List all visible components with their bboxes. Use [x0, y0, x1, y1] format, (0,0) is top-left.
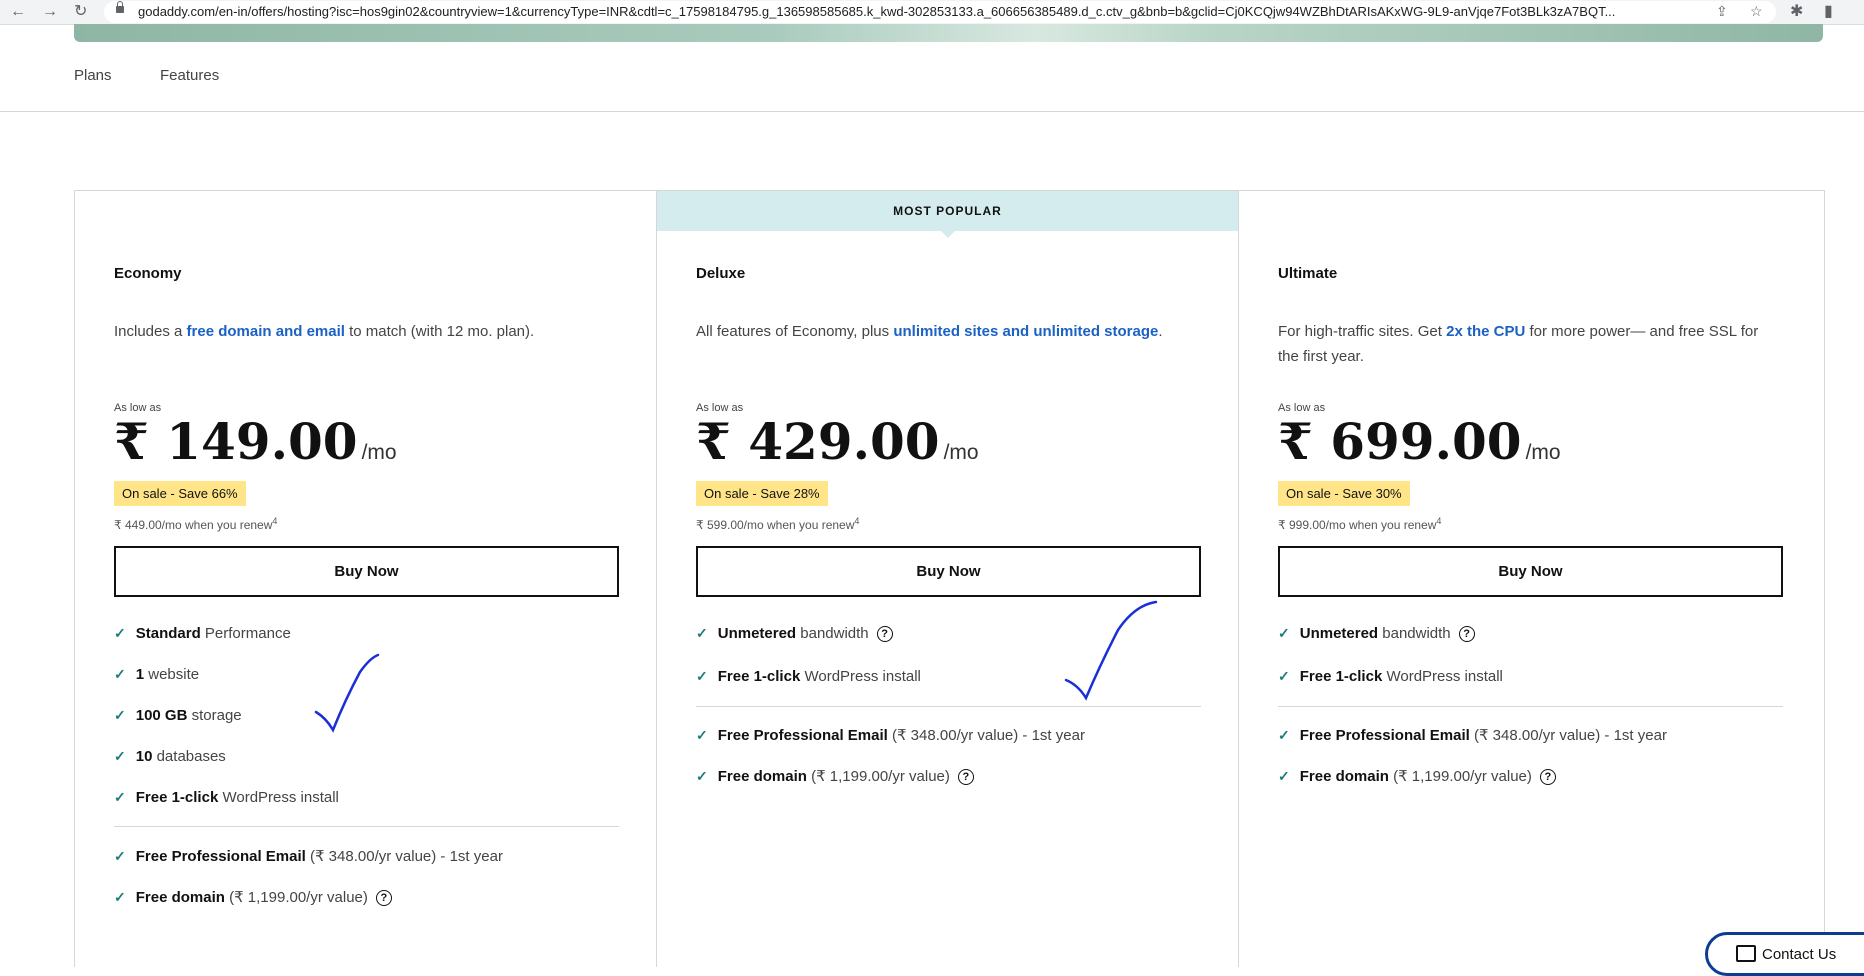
- check-icon: ✓: [696, 768, 708, 784]
- plan-card-economy: Economy Includes a free domain and email…: [75, 191, 657, 967]
- renew-price: ₹ 449.00/mo when you renew4: [114, 516, 277, 532]
- plan-description: All features of Economy, plus unlimited …: [696, 319, 1196, 344]
- subnav-features[interactable]: Features: [160, 67, 219, 84]
- subnav-plans[interactable]: Plans: [74, 67, 112, 84]
- feature-item: ✓ Standard Performance: [114, 625, 291, 642]
- price-amount: ₹ 699.00: [1278, 412, 1522, 471]
- help-icon[interactable]: ?: [957, 769, 974, 786]
- plan-price: ₹ 149.00/mo: [114, 412, 397, 471]
- plan-name: Ultimate: [1278, 265, 1338, 282]
- footnote-marker[interactable]: 4: [272, 516, 277, 526]
- check-icon: ✓: [1278, 625, 1290, 641]
- buy-now-button[interactable]: Buy Now: [114, 546, 619, 597]
- feature-item: ✓ 1 website: [114, 666, 200, 683]
- desc-link[interactable]: free domain and email: [187, 323, 345, 340]
- check-icon: ✓: [114, 707, 126, 723]
- price-amount: ₹ 429.00: [696, 412, 940, 471]
- forward-icon[interactable]: →: [42, 2, 58, 22]
- check-icon: ✓: [696, 668, 708, 684]
- plan-description: For high-traffic sites. Get 2x the CPU f…: [1278, 319, 1778, 369]
- feature-divider: [114, 826, 619, 827]
- help-icon[interactable]: ?: [375, 890, 392, 907]
- chat-icon: [1736, 945, 1756, 962]
- check-icon: ✓: [696, 625, 708, 641]
- help-icon[interactable]: ?: [876, 626, 893, 643]
- check-icon: ✓: [114, 625, 126, 641]
- lock-icon[interactable]: [116, 1, 124, 13]
- feature-item: ✓ 10 databases: [114, 748, 226, 765]
- extra-item: ✓ Free Professional Email (₹ 348.00/yr va…: [696, 727, 1085, 744]
- desc-text: to match (with 12 mo. plan).: [344, 323, 535, 340]
- desc-link[interactable]: 2x the CPU: [1446, 323, 1525, 340]
- plan-price: ₹ 699.00/mo: [1278, 412, 1561, 471]
- extra-item: ✓ Free domain (₹ 1,199.00/yr value)?: [114, 888, 392, 907]
- extra-item: ✓ Free domain (₹ 1,199.00/yr value)?: [696, 767, 974, 786]
- feature-item: ✓ Free 1-click WordPress install: [1278, 668, 1503, 685]
- extra-item: ✓ Free Professional Email (₹ 348.00/yr va…: [114, 848, 503, 865]
- renew-price: ₹ 599.00/mo when you renew4: [696, 516, 859, 532]
- renew-text: ₹ 449.00/mo when you renew: [114, 518, 273, 532]
- check-icon: ✓: [696, 727, 708, 743]
- feature-item: ✓ Free 1-click WordPress install: [696, 668, 921, 685]
- price-period: /mo: [943, 441, 979, 464]
- price-amount: ₹ 149.00: [114, 412, 358, 471]
- check-icon: ✓: [1278, 768, 1290, 784]
- check-icon: ✓: [1278, 668, 1290, 684]
- buy-now-button[interactable]: Buy Now: [1278, 546, 1783, 597]
- contact-us-button[interactable]: Contact Us: [1705, 932, 1864, 976]
- plan-name: Economy: [114, 265, 182, 282]
- renew-text: ₹ 599.00/mo when you renew: [696, 518, 855, 532]
- help-icon[interactable]: ?: [1458, 626, 1475, 643]
- footnote-marker[interactable]: 4: [1436, 516, 1441, 526]
- extra-item: ✓ Free Professional Email (₹ 348.00/yr va…: [1278, 727, 1667, 744]
- buy-now-button[interactable]: Buy Now: [696, 546, 1201, 597]
- check-icon: ✓: [114, 748, 126, 764]
- feature-item: ✓ Unmetered bandwidth?: [1278, 625, 1475, 643]
- plan-cards: Economy Includes a free domain and email…: [74, 190, 1825, 967]
- sale-badge: On sale - Save 28%: [696, 481, 828, 506]
- check-icon: ✓: [114, 789, 126, 805]
- desc-link[interactable]: unlimited sites and unlimited storage: [893, 323, 1158, 340]
- back-icon[interactable]: ←: [10, 2, 26, 22]
- plan-card-ultimate: Ultimate For high-traffic sites. Get 2x …: [1239, 191, 1821, 967]
- feature-item: ✓ Free 1-click WordPress install: [114, 789, 339, 806]
- plan-price: ₹ 429.00/mo: [696, 412, 979, 471]
- most-popular-banner: MOST POPULAR: [657, 191, 1238, 238]
- feature-item: ✓ Unmetered bandwidth?: [696, 625, 893, 643]
- feature-divider: [696, 706, 1201, 707]
- desc-text: All features of Economy, plus: [696, 323, 894, 340]
- feature-divider: [1278, 706, 1783, 707]
- sale-badge: On sale - Save 66%: [114, 481, 246, 506]
- sub-navigation: Plans Features: [0, 42, 1864, 112]
- footnote-marker[interactable]: 4: [854, 516, 859, 526]
- hero-banner-strip: [74, 24, 1823, 42]
- sale-badge: On sale - Save 30%: [1278, 481, 1410, 506]
- plan-card-deluxe: MOST POPULAR Deluxe All features of Econ…: [657, 191, 1239, 967]
- check-icon: ✓: [114, 889, 126, 905]
- desc-text: For high-traffic sites. Get: [1278, 323, 1447, 340]
- plan-description: Includes a free domain and email to matc…: [114, 319, 614, 344]
- price-period: /mo: [1525, 441, 1561, 464]
- url-text[interactable]: godaddy.com/en-in/offers/hosting?isc=hos…: [138, 4, 1698, 19]
- extra-item: ✓ Free domain (₹ 1,199.00/yr value)?: [1278, 767, 1556, 786]
- share-icon[interactable]: ⇪: [1716, 3, 1728, 20]
- desc-text: .: [1158, 323, 1163, 340]
- renew-price: ₹ 999.00/mo when you renew4: [1278, 516, 1441, 532]
- bookmark-star-icon[interactable]: ☆: [1750, 3, 1763, 20]
- feature-item: ✓ 100 GB storage: [114, 707, 242, 724]
- address-bar[interactable]: godaddy.com/en-in/offers/hosting?isc=hos…: [104, 1, 1776, 23]
- desc-text: Includes a: [114, 323, 187, 340]
- browser-toolbar: ← → ↻ godaddy.com/en-in/offers/hosting?i…: [0, 0, 1864, 25]
- extensions-icon[interactable]: ✱: [1790, 2, 1803, 22]
- renew-text: ₹ 999.00/mo when you renew: [1278, 518, 1437, 532]
- check-icon: ✓: [1278, 727, 1290, 743]
- price-period: /mo: [361, 441, 397, 464]
- plan-name: Deluxe: [696, 265, 746, 282]
- reload-icon[interactable]: ↻: [74, 2, 87, 22]
- check-icon: ✓: [114, 666, 126, 682]
- check-icon: ✓: [114, 848, 126, 864]
- contact-label: Contact Us: [1762, 946, 1837, 963]
- help-icon[interactable]: ?: [1539, 769, 1556, 786]
- side-panel-icon[interactable]: ▮: [1824, 2, 1833, 22]
